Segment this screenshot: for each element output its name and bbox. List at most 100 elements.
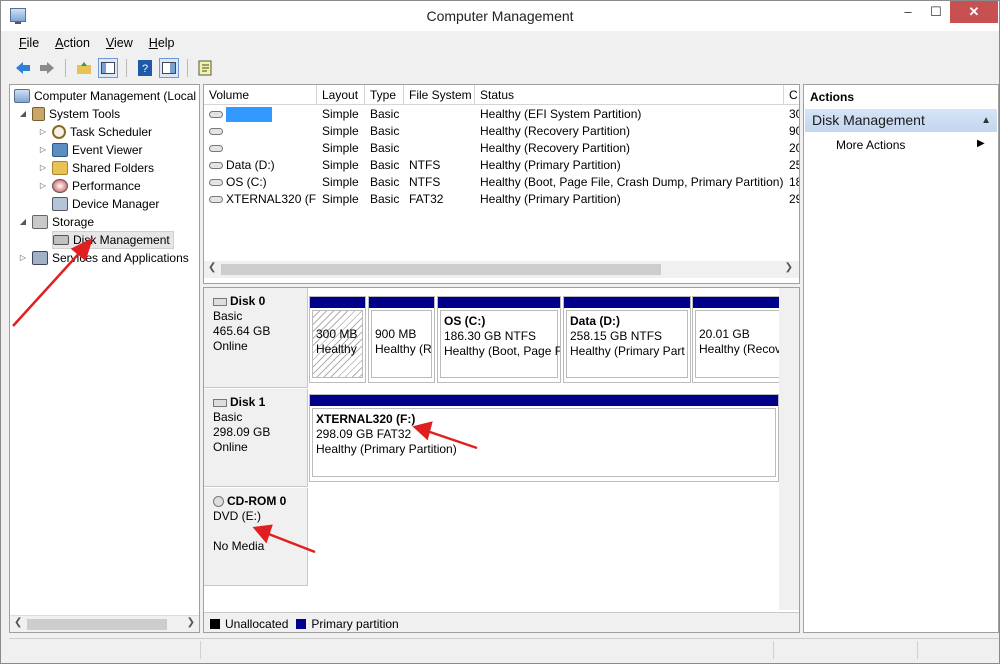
actions-section-disk-management[interactable]: Disk Management ▲: [805, 109, 997, 132]
disk-media: No Media: [213, 539, 265, 553]
scroll-right-icon[interactable]: ❯: [785, 262, 793, 273]
tools-icon: [32, 107, 45, 121]
volume-cell-status: Healthy (Recovery Partition): [480, 141, 631, 155]
back-icon[interactable]: [13, 58, 33, 78]
partition-xternal320-f[interactable]: XTERNAL320 (F:) 298.09 GB FAT32 Healthy …: [309, 394, 779, 482]
tree-item-services-applications[interactable]: ▷ Services and Applications: [18, 249, 189, 267]
partition-status: Healthy (R: [375, 342, 432, 356]
disk-vertical-scrollbar[interactable]: [779, 288, 799, 610]
tree-horizontal-scrollbar[interactable]: ❮ ❯: [10, 615, 199, 632]
menu-file[interactable]: File: [9, 34, 45, 52]
partition-title: [316, 314, 359, 327]
scroll-left-icon[interactable]: ❮: [14, 617, 22, 628]
partition-title: OS (C:): [444, 314, 486, 328]
disk-graphical-view: Disk 0 Basic 465.64 GB Online 300 MB Hea…: [203, 287, 800, 633]
toolbar: ?: [9, 56, 999, 80]
menu-view-mnemonic: V: [105, 36, 115, 50]
svg-text:?: ?: [142, 63, 148, 75]
volume-row[interactable]: Simple Basic Healthy (EFI System Partition…: [204, 106, 799, 123]
volume-cell-type: Basic: [370, 175, 400, 189]
help-icon[interactable]: ?: [135, 58, 155, 78]
volume-disk-icon: [209, 145, 223, 153]
menu-view-label: iew: [114, 36, 133, 50]
volume-horizontal-scrollbar[interactable]: ❮ ❯: [204, 261, 799, 278]
disk-name: CD-ROM 0: [227, 494, 287, 508]
minimize-button[interactable]: ‒: [894, 1, 922, 23]
expand-arrow-icon[interactable]: ▷: [38, 177, 48, 195]
menu-help[interactable]: Help: [139, 34, 181, 52]
column-status[interactable]: Status: [475, 85, 784, 105]
actions-title: Actions: [810, 90, 855, 104]
column-layout[interactable]: Layout: [317, 85, 365, 105]
show-hide-tree-icon[interactable]: [98, 58, 118, 78]
forward-icon[interactable]: [37, 58, 57, 78]
scroll-right-icon[interactable]: ❯: [187, 617, 195, 628]
partition-status: Healthy (Recover: [699, 342, 792, 356]
partition-title: Data (D:): [570, 314, 620, 328]
actions-pane: Actions Disk Management ▲ More Actions ▶: [803, 84, 999, 633]
maximize-button[interactable]: ☐: [922, 1, 950, 23]
tree-item-storage[interactable]: ◢ Storage: [18, 213, 94, 231]
event-viewer-icon: [52, 143, 68, 157]
volume-cell-c: 90: [789, 124, 799, 138]
tree-item-system-tools[interactable]: ◢ System Tools: [18, 105, 120, 123]
volume-row[interactable]: Simple Basic Healthy (Recovery Partition) 9…: [204, 123, 799, 140]
disk-0-info[interactable]: Disk 0 Basic 465.64 GB Online: [204, 288, 308, 388]
tree-item-task-scheduler[interactable]: ▷ Task Scheduler: [38, 123, 152, 141]
scroll-thumb[interactable]: [221, 264, 661, 275]
collapse-arrow-icon[interactable]: ◢: [18, 213, 28, 231]
volume-name: OS (C:): [226, 175, 267, 189]
collapse-arrow-icon[interactable]: ◢: [18, 105, 28, 123]
volume-row[interactable]: XTERNAL320 (F:) Simple Basic FAT32 Healthy (…: [204, 191, 799, 208]
volume-row[interactable]: Data (D:) Simple Basic NTFS Healthy (Primary…: [204, 157, 799, 174]
tree-item-event-viewer[interactable]: ▷ Event Viewer: [38, 141, 142, 159]
expand-arrow-icon[interactable]: ▷: [38, 123, 48, 141]
tree-item-computer-management[interactable]: Computer Management (Local: [14, 87, 196, 105]
collapse-triangle-icon[interactable]: ▲: [981, 109, 991, 132]
volume-row[interactable]: Simple Basic Healthy (Recovery Partition) 2…: [204, 140, 799, 157]
disk-name: Disk 1: [230, 395, 266, 409]
column-type[interactable]: Type: [365, 85, 404, 105]
scroll-left-icon[interactable]: ❮: [208, 262, 216, 273]
disk-icon: [213, 297, 227, 306]
up-folder-icon[interactable]: [74, 58, 94, 78]
volume-cell-type: Basic: [370, 192, 400, 206]
tree-item-device-manager[interactable]: Device Manager: [52, 195, 159, 213]
close-button[interactable]: ✕: [950, 1, 998, 23]
partition-size: 186.30 GB NTFS: [444, 329, 537, 343]
volume-row[interactable]: OS (C:) Simple Basic NTFS Healthy (Boot, Pag…: [204, 174, 799, 191]
more-actions-link[interactable]: More Actions: [836, 138, 905, 152]
volume-cell-status: Healthy (Boot, Page File, Crash Dump, Pr…: [480, 175, 784, 189]
tree-item-performance[interactable]: ▷ Performance: [38, 177, 141, 195]
menu-view[interactable]: View: [96, 34, 139, 52]
expand-arrow-icon[interactable]: ▷: [18, 249, 28, 267]
tree-item-disk-management[interactable]: Disk Management: [52, 231, 174, 249]
expand-arrow-icon[interactable]: ▷: [38, 159, 48, 177]
column-file-system[interactable]: File System: [404, 85, 475, 105]
disk-1-info[interactable]: Disk 1 Basic 298.09 GB Online: [204, 389, 308, 487]
partition-body: XTERNAL320 (F:) 298.09 GB FAT32 Healthy …: [312, 408, 776, 477]
partition-recovery-1[interactable]: 900 MB Healthy (R: [368, 296, 435, 383]
volume-list: Volume Layout Type File System Status C …: [203, 84, 800, 284]
scroll-thumb[interactable]: [27, 619, 167, 630]
menu-action[interactable]: Action: [45, 34, 96, 52]
volume-cell-layout: Simple: [322, 158, 359, 172]
volume-cell-fs: FAT32: [409, 192, 444, 206]
tree-item-shared-folders[interactable]: ▷ Shared Folders: [38, 159, 154, 177]
properties-icon[interactable]: [159, 58, 179, 78]
disk-type: Basic: [213, 410, 243, 424]
computer-management-window: Computer Management ‒ ☐ ✕ File Action Vi…: [0, 0, 1000, 664]
tree-item-label: Device Manager: [72, 197, 160, 211]
partition-efi[interactable]: 300 MB Healthy: [309, 296, 366, 383]
partition-os-c[interactable]: OS (C:) 186.30 GB NTFS Healthy (Boot, Pa…: [437, 296, 561, 383]
volume-cell-layout: Simple: [322, 175, 359, 189]
menu-help-label: elp: [157, 36, 175, 50]
cdrom-0-info[interactable]: CD-ROM 0 DVD (E:) No Media: [204, 488, 308, 586]
partition-data-d[interactable]: Data (D:) 258.15 GB NTFS Healthy (Primar…: [563, 296, 691, 383]
column-capacity[interactable]: C: [784, 85, 799, 105]
clock-icon: [52, 125, 66, 139]
submenu-arrow-icon[interactable]: ▶: [977, 138, 985, 149]
column-volume[interactable]: Volume: [204, 85, 317, 105]
export-icon[interactable]: [196, 58, 216, 78]
expand-arrow-icon[interactable]: ▷: [38, 141, 48, 159]
